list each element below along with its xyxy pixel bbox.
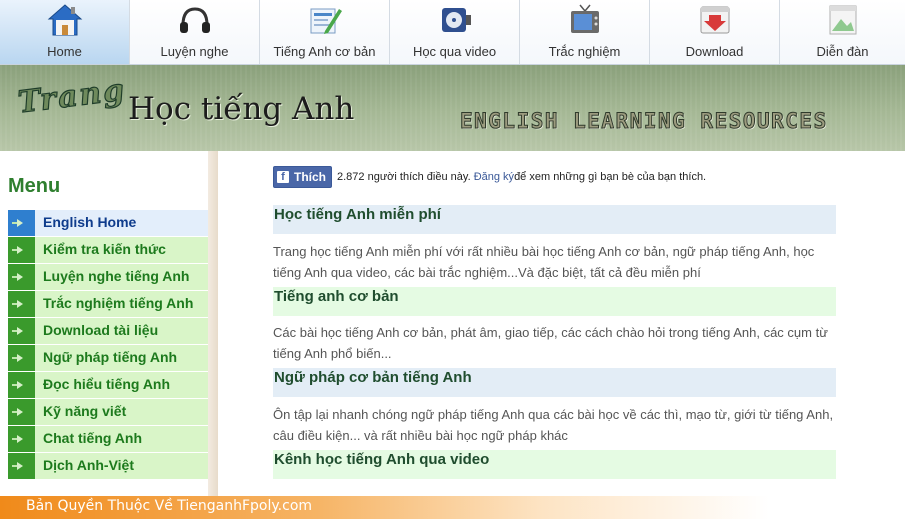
section-desc: Ôn tập lại nhanh chóng ngữ pháp tiếng An… — [273, 407, 834, 443]
menu-item-english-home[interactable]: English Home — [8, 210, 208, 237]
nav-label: Luyện nghe — [160, 44, 229, 59]
signup-link[interactable]: Đăng ký — [474, 171, 514, 183]
like-count-text: 2.872 người thích điều này. — [337, 171, 471, 183]
menu-item-label: Trắc nghiệm tiếng Anh — [35, 291, 208, 317]
download-icon — [700, 6, 729, 34]
footer-bar: Bản Quyền Thuộc Về TienganhFpoly.com — [0, 496, 905, 519]
menu-item-label: Ngữ pháp tiếng Anh — [35, 345, 208, 371]
nav-item-video[interactable]: Học qua video — [390, 0, 520, 64]
facebook-like-bar: f Thích 2.872 người thích điều này. Đăng… — [273, 166, 706, 188]
arrow-bullet-icon — [8, 399, 35, 425]
facebook-like-button[interactable]: f Thích — [273, 166, 332, 188]
nav-item-forum[interactable]: Diễn đàn — [780, 0, 905, 64]
section-title-basic-english[interactable]: Tiếng anh cơ bản — [273, 287, 836, 316]
arrow-bullet-icon — [8, 264, 35, 290]
menu-item-writing[interactable]: Kỹ năng viết — [8, 399, 208, 426]
arrow-bullet-icon — [8, 426, 35, 452]
arrow-bullet-icon — [8, 291, 35, 317]
menu-title: Menu — [8, 175, 61, 197]
sidebar: Menu English Home Kiểm tra kiến thức Luy… — [0, 151, 218, 501]
menu-item-listening[interactable]: Luyện nghe tiếng Anh — [8, 264, 208, 291]
like-button-label: Thích — [294, 170, 326, 184]
menu-item-label: Kỹ năng viết — [35, 399, 208, 425]
headphones-icon — [179, 7, 210, 33]
section-desc: Trang học tiếng Anh miễn phí với rất nhi… — [273, 244, 815, 280]
menu-item-grammar[interactable]: Ngữ pháp tiếng Anh — [8, 345, 208, 372]
menu-item-label: Kiểm tra kiến thức — [35, 237, 208, 263]
section-title-video-channel[interactable]: Kênh học tiếng Anh qua video — [273, 450, 836, 479]
arrow-bullet-icon — [8, 345, 35, 371]
facebook-icon: f — [277, 171, 289, 183]
banner-title: Học tiếng Anh — [128, 91, 355, 127]
arrow-bullet-icon — [8, 318, 35, 344]
nav-item-download[interactable]: Download — [650, 0, 780, 64]
section-desc: Các bài học tiếng Anh cơ bản, phát âm, g… — [273, 325, 828, 361]
menu-item-chat[interactable]: Chat tiếng Anh — [8, 426, 208, 453]
banner-tagline: ENGLISH LEARNING RESOURCES — [460, 109, 828, 134]
nav-item-quiz[interactable]: Trắc nghiệm — [520, 0, 650, 64]
menu-item-label: Đọc hiểu tiếng Anh — [35, 372, 208, 398]
nav-label: Học qua video — [412, 44, 497, 59]
section-title-grammar[interactable]: Ngữ pháp cơ bản tiếng Anh — [273, 368, 836, 397]
section-title-free-english[interactable]: Học tiếng Anh miễn phí — [273, 205, 836, 234]
nav-item-basic-english[interactable]: Tiếng Anh cơ bản — [260, 0, 390, 64]
nav-label: Home — [47, 44, 82, 59]
like-after-text: để xem những gì bạn bè của bạn thích. — [514, 171, 707, 183]
menu-item-label: Dịch Anh-Việt — [35, 453, 208, 479]
nav-item-home[interactable]: Home — [0, 0, 130, 64]
menu-item-reading[interactable]: Đọc hiểu tiếng Anh — [8, 372, 208, 399]
nav-item-listening[interactable]: Luyện nghe — [130, 0, 260, 64]
header-banner: Trang Học tiếng Anh ENGLISH LEARNING RES… — [0, 65, 905, 151]
menu-item-label: English Home — [35, 210, 208, 236]
menu-item-knowledge-test[interactable]: Kiểm tra kiến thức — [8, 237, 208, 264]
home-icon — [47, 4, 82, 36]
menu-item-label: Download tài liệu — [35, 318, 208, 344]
nav-label: Trắc nghiệm — [548, 44, 621, 59]
nav-label: Download — [685, 44, 744, 59]
menu-list: English Home Kiểm tra kiến thức Luyện ng… — [8, 210, 208, 480]
menu-item-label: Luyện nghe tiếng Anh — [35, 264, 208, 290]
menu-item-download[interactable]: Download tài liệu — [8, 318, 208, 345]
menu-item-label: Chat tiếng Anh — [35, 426, 208, 452]
edit-document-icon — [310, 8, 342, 34]
tv-icon — [570, 4, 599, 33]
arrow-bullet-icon — [8, 453, 35, 479]
copyright-text: Bản Quyền Thuộc Về TienganhFpoly.com — [26, 498, 313, 514]
menu-item-quiz[interactable]: Trắc nghiệm tiếng Anh — [8, 291, 208, 318]
film-reel-icon — [441, 8, 471, 32]
nav-label: Diễn đàn — [816, 44, 869, 59]
arrow-bullet-icon — [8, 210, 35, 236]
arrow-bullet-icon — [8, 237, 35, 263]
menu-item-translation[interactable]: Dịch Anh-Việt — [8, 453, 208, 480]
image-icon — [829, 5, 856, 35]
arrow-bullet-icon — [8, 372, 35, 398]
top-navigation: Home Luyện nghe Tiếng Anh cơ bản Học qua… — [0, 0, 905, 65]
nav-label: Tiếng Anh cơ bản — [273, 44, 376, 59]
